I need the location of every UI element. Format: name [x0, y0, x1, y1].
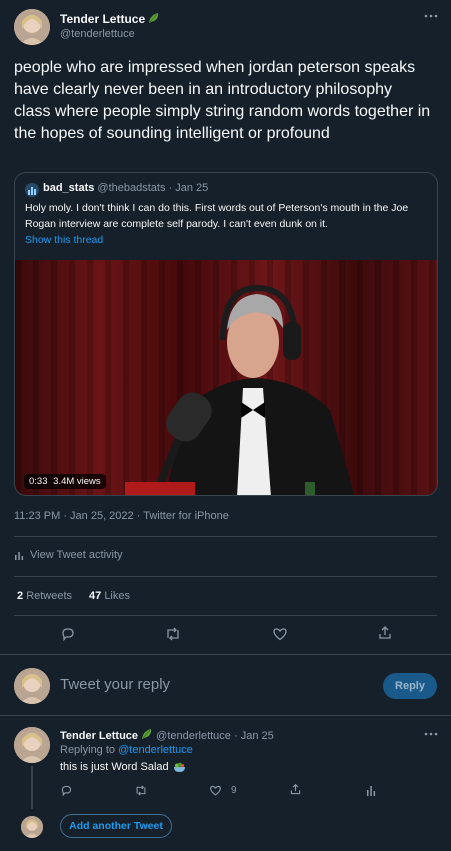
reply-text-row: this is just Word Salad [60, 761, 186, 773]
replying-to-handle[interactable]: @tenderlettuce [118, 744, 193, 756]
lettuce-icon [148, 12, 160, 24]
reply-analytics-icon[interactable] [366, 784, 376, 796]
reply-input[interactable]: Tweet your reply [60, 676, 170, 693]
composer-avatar [14, 668, 50, 704]
tweet-activity-label[interactable]: View Tweet activity [30, 549, 123, 561]
share-icon[interactable] [377, 625, 393, 641]
reply-icon[interactable] [60, 626, 76, 642]
retweets-count: 2 [17, 590, 24, 602]
author-avatar[interactable] [14, 9, 50, 45]
retweets-stat[interactable]: 2 Retweets [17, 590, 72, 602]
likes-stat[interactable]: 47 Likes [89, 590, 130, 602]
divider [0, 654, 451, 655]
quote-text: Holy moly. I don't think I can do this. … [25, 202, 409, 230]
video-thumbnail [15, 260, 437, 495]
like-heart-icon[interactable] [272, 626, 288, 642]
show-thread-link[interactable]: Show this thread [25, 234, 103, 246]
reply-likes-count: 9 [231, 785, 237, 796]
divider [14, 576, 437, 577]
video-player[interactable]: 0:33 3.4M views [15, 260, 437, 495]
add-another-tweet-button[interactable]: Add another Tweet [60, 814, 172, 838]
reply-like-heart-icon[interactable] [209, 784, 222, 797]
reply-author-name[interactable]: Tender Lettuce [60, 730, 138, 742]
quote-header: bad_stats @thebadstats · Jan 25 [43, 182, 208, 194]
retweets-label: Retweets [26, 590, 73, 602]
quote-author-handle: @thebadstats [97, 182, 166, 194]
more-options-icon[interactable] [424, 14, 438, 18]
tweet-activity-link[interactable]: View Tweet activity [14, 549, 123, 561]
author-handle[interactable]: @tenderlettuce [60, 28, 135, 40]
reply-button[interactable]: Reply [383, 673, 437, 699]
reply-retweet-icon[interactable] [134, 784, 148, 797]
divider [14, 536, 437, 537]
reply-author-handle[interactable]: @tenderlettuce [156, 730, 231, 742]
retweet-icon[interactable] [164, 626, 182, 642]
tweet-text: people who are impressed when jordan pet… [14, 59, 431, 142]
thread-line [31, 766, 33, 809]
replying-to-label: Replying to [60, 744, 116, 756]
reply-author-avatar[interactable] [14, 727, 50, 763]
quote-date: · Jan 25 [168, 182, 209, 194]
reply-reply-icon[interactable] [60, 784, 73, 797]
salad-bowl-icon [173, 761, 186, 773]
author-name[interactable]: Tender Lettuce [60, 12, 160, 26]
quoted-tweet[interactable]: bad_stats @thebadstats · Jan 25 Holy mol… [14, 172, 438, 496]
thread-composer-avatar [21, 816, 43, 838]
lettuce-icon [141, 728, 153, 740]
likes-count: 47 [89, 590, 102, 602]
analytics-icon [14, 550, 24, 560]
reply-text: this is just Word Salad [60, 761, 169, 773]
quote-avatar [25, 183, 39, 197]
reply-header: Tender Lettuce @tenderlettuce · Jan 25 [60, 728, 274, 742]
video-views: 3.4M views [53, 476, 101, 487]
quote-author-name: bad_stats [43, 182, 95, 194]
divider [14, 615, 437, 616]
replying-to: Replying to @tenderlettuce [60, 744, 193, 756]
reply-like[interactable]: 9 [209, 784, 237, 797]
divider [0, 715, 451, 716]
reply-date[interactable]: · Jan 25 [234, 730, 274, 742]
video-duration: 0:33 [29, 476, 48, 487]
video-info-badge: 0:33 3.4M views [24, 474, 106, 489]
reply-share-icon[interactable] [289, 783, 302, 796]
reply-more-options-icon[interactable] [424, 732, 438, 736]
likes-label: Likes [104, 590, 130, 602]
tweet-timestamp[interactable]: 11:23 PM · Jan 25, 2022 · Twitter for iP… [14, 510, 229, 522]
